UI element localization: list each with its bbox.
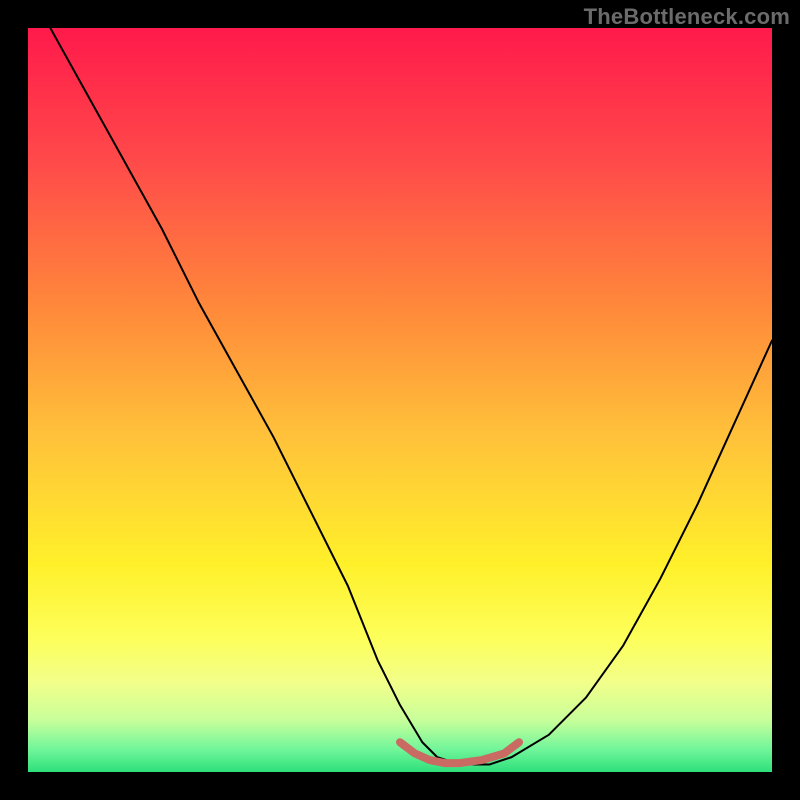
- chart-frame: TheBottleneck.com: [0, 0, 800, 800]
- chart-background: [28, 28, 772, 772]
- watermark-text: TheBottleneck.com: [584, 4, 790, 30]
- chart-svg: [28, 28, 772, 772]
- plot-area: [28, 28, 772, 772]
